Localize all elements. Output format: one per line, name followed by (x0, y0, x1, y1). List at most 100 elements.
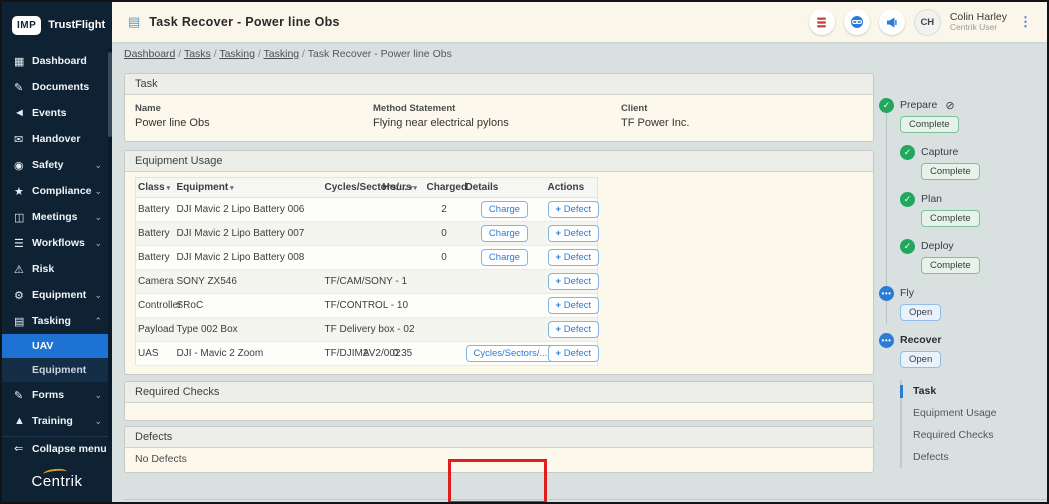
breadcrumb-link-0[interactable]: Dashboard (124, 48, 175, 60)
workflow-status-badge[interactable]: Complete (921, 163, 980, 180)
sidebar-item-documents[interactable]: ✎Documents (2, 74, 112, 100)
workflow-status-badge[interactable]: Open (900, 304, 941, 321)
events-icon: ◄ (14, 107, 32, 119)
workflow-status-badge[interactable]: Complete (921, 257, 980, 274)
equipment-table-wrap: Class ▾Equipment ▾Cycles/Sectors/... ▾Ho… (125, 172, 873, 374)
col-equipment[interactable]: Equipment ▾ (175, 177, 323, 197)
plus-icon: + (556, 324, 564, 335)
breadcrumb-link-2[interactable]: Tasking (219, 48, 255, 60)
rail-link-task[interactable]: Task (902, 380, 1039, 402)
chevron-down-icon: ⌄ (94, 416, 104, 427)
add-defect-button[interactable]: + Defect (548, 345, 600, 362)
queue-button[interactable] (809, 9, 835, 35)
sidebar-item-risk[interactable]: ⚠Risk (2, 256, 112, 282)
documents-icon: ✎ (14, 81, 32, 94)
cell-details: Charge (464, 197, 546, 221)
workflow-status-badge[interactable]: Complete (900, 116, 959, 133)
sidebar-item-forms[interactable]: ✎Forms⌄ (2, 382, 112, 408)
breadcrumb-separator: / (175, 48, 184, 60)
plus-icon: + (556, 228, 564, 239)
plus-icon: + (556, 204, 564, 215)
sidebar-item-equipment[interactable]: ⚙Equipment⌄ (2, 282, 112, 308)
cell-details: Cycles/Sectors/... (464, 341, 546, 365)
charge-button[interactable]: Charge (481, 225, 528, 242)
plus-icon: + (556, 252, 564, 263)
cell-reference: TF/CONTROL - 10 (323, 293, 351, 317)
charge-button[interactable]: Charge (481, 249, 528, 266)
add-defect-button[interactable]: + Defect (548, 297, 600, 314)
task-panel: Task NamePower line ObsMethod StatementF… (124, 73, 874, 142)
sidebar-item-training[interactable]: ▲Training⌄ (2, 408, 112, 434)
chevron-down-icon: ⌄ (94, 186, 104, 197)
cell-reference: TF/DJIMAV2/002 (323, 341, 351, 365)
app-window: IMP TrustFlight ▦Dashboard✎Documents◄Eve… (0, 0, 1049, 504)
announcements-button[interactable] (879, 9, 905, 35)
workflow-step-label: Recover (900, 334, 941, 346)
check-circle-icon: ✓ (900, 239, 915, 254)
cell-details (464, 269, 546, 293)
sort-arrow-icon: ▾ (228, 185, 233, 192)
add-defect-button[interactable]: + Defect (548, 249, 600, 266)
task-field-method-statement: Method StatementFlying near electrical p… (373, 102, 621, 132)
sidebar-item-meetings[interactable]: ◫Meetings⌄ (2, 204, 112, 230)
charge-button[interactable]: Charge (481, 201, 528, 218)
table-row: ControllerSRoCTF/CONTROL - 10+ Defect (136, 293, 598, 317)
defects-panel: Defects No Defects (124, 426, 874, 473)
training-icon: ▲ (14, 415, 32, 427)
main-content: Dashboard / Tasks / Tasking / Tasking / … (112, 42, 1047, 502)
workflow-step-row: •••Recover (879, 331, 1039, 349)
avatar[interactable]: CH (914, 9, 941, 36)
sidebar-item-dashboard[interactable]: ▦Dashboard (2, 48, 112, 74)
sidebar-item-safety[interactable]: ◉Safety⌄ (2, 152, 112, 178)
sidebar-item-compliance[interactable]: ★Compliance⌄ (2, 178, 112, 204)
sidebar-item-collapse-menu[interactable]: ⇐ Collapse menu (2, 436, 112, 460)
cycles-sectors-button[interactable]: Cycles/Sectors/... (466, 345, 556, 362)
forms-icon: ✎ (14, 389, 32, 402)
check-circle-icon: ✓ (879, 98, 894, 113)
workflow-status-badge[interactable]: Open (900, 351, 941, 368)
brand-name: TrustFlight (48, 19, 105, 31)
sidebar-item-label: Compliance (32, 185, 94, 197)
cell-details (464, 317, 546, 341)
add-defect-button[interactable]: + Defect (548, 201, 600, 218)
sidebar-item-events[interactable]: ◄Events (2, 100, 112, 126)
cell-cycles (351, 197, 381, 221)
workflow-step-prepare: ✓Prepare⊘Complete (879, 96, 1039, 139)
add-defect-button[interactable]: + Defect (548, 321, 600, 338)
link-button[interactable] (844, 9, 870, 35)
brand-logo: IMP TrustFlight (2, 2, 112, 48)
workflow-status-badge[interactable]: Complete (921, 210, 980, 227)
sidebar-item-handover[interactable]: ✉Handover (2, 126, 112, 152)
sidebar-subitem-uav[interactable]: UAV (2, 334, 112, 358)
rail-link-required-checks[interactable]: Required Checks (902, 424, 1039, 446)
add-defect-button[interactable]: + Defect (548, 225, 600, 242)
sidebar-item-label: Equipment (32, 289, 94, 301)
col-cycles[interactable]: Cycles/Sectors/... ▾ (323, 177, 381, 197)
col-hours[interactable]: Hours ▾ (381, 177, 425, 197)
breadcrumb-link-3[interactable]: Tasking (264, 48, 300, 60)
field-value: Flying near electrical pylons (373, 116, 621, 132)
workflow-step-row: ✓Plan (900, 190, 1039, 208)
check-circle-icon: ✓ (900, 145, 915, 160)
col-class[interactable]: Class ▾ (136, 177, 175, 197)
task-field-client: ClientTF Power Inc. (621, 102, 863, 132)
add-defect-button[interactable]: + Defect (548, 273, 600, 290)
sidebar-item-workflows[interactable]: ☰Workflows⌄ (2, 230, 112, 256)
cell-details: Charge (464, 221, 546, 245)
equipment-table: Class ▾Equipment ▾Cycles/Sectors/... ▾Ho… (135, 177, 598, 366)
sidebar-item-tasking[interactable]: ▤Tasking⌃ (2, 308, 112, 334)
table-row: PayloadType 002 BoxTF Delivery box - 02+… (136, 317, 598, 341)
cell-actions: + Defect (546, 341, 598, 365)
kebab-menu-icon[interactable]: ⋮ (1016, 14, 1035, 30)
breadcrumb-separator: / (255, 48, 264, 60)
plus-icon: + (556, 348, 564, 359)
workflow-step-label: Fly (900, 287, 914, 299)
collapse-icon: ⇐ (14, 442, 32, 455)
user-role: Centrik User (950, 23, 1007, 32)
rail-link-equipment-usage[interactable]: Equipment Usage (902, 402, 1039, 424)
cell-charged: 0 (425, 245, 464, 269)
sidebar-subitem-equipment[interactable]: Equipment (2, 358, 112, 382)
cell-equipment: SRoC (175, 293, 323, 317)
rail-link-defects[interactable]: Defects (902, 446, 1039, 468)
breadcrumb-link-1[interactable]: Tasks (184, 48, 211, 60)
